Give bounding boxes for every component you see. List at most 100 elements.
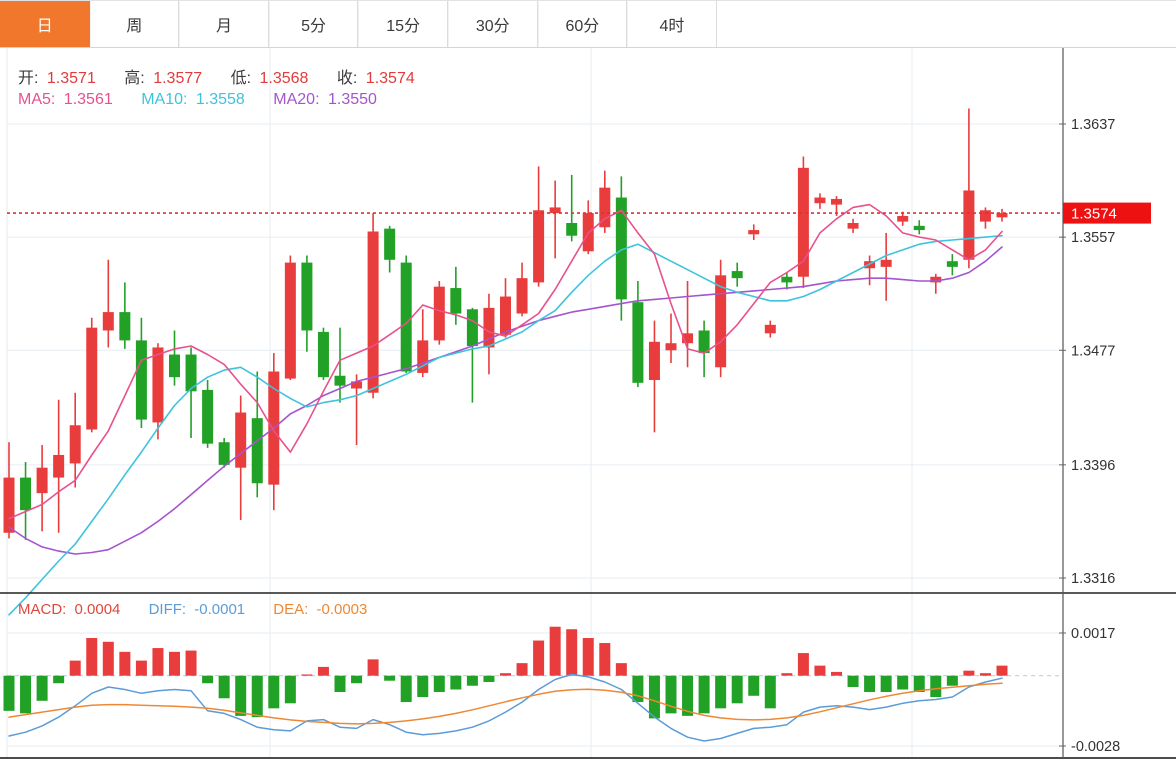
candle-body [500, 296, 511, 335]
macd-bar [764, 675, 776, 709]
price-axis-label: 1.3477 [1071, 343, 1115, 359]
candle-body [648, 341, 660, 380]
timeframe-tab-bar: 日周月 5分 15分 30分 60分 4时 [0, 0, 1176, 48]
tab-timeframe-5[interactable]: 15分 [358, 1, 448, 47]
candle [996, 208, 1008, 222]
candle-body [400, 262, 412, 372]
candle-body [36, 467, 48, 494]
macd-bar [582, 638, 594, 676]
tab-timeframe-1[interactable]: 日 [0, 1, 90, 47]
macd-bar [566, 629, 578, 676]
candle [20, 462, 32, 540]
macd-bar [483, 675, 495, 682]
tab-timeframe-2[interactable]: 周 [89, 1, 180, 47]
macd-label: MACD: [18, 601, 67, 618]
candle-body [533, 210, 545, 283]
macd-bar [3, 675, 15, 711]
candle-body [3, 477, 15, 533]
macd-bar [599, 643, 611, 676]
macd-bar [317, 666, 329, 676]
candle-body [284, 262, 296, 379]
candle-body [202, 389, 214, 444]
ma10-value: 1.3558 [195, 91, 245, 108]
candle-body [450, 288, 462, 314]
candle [102, 259, 114, 348]
candle [599, 170, 611, 233]
tab-timeframe-3[interactable]: 月 [179, 1, 269, 47]
trading-chart-app: 日周月 5分 15分 30分 60分 4时 1.3637 1.3557 1.3477 1.339… [0, 0, 1176, 765]
candle-body [466, 309, 478, 347]
macd-bar [731, 675, 743, 704]
tab-timeframe-4[interactable]: 5分 [268, 1, 359, 47]
candle [351, 374, 363, 446]
candle [814, 193, 826, 209]
macd-axis-label: 0.0017 [1071, 626, 1115, 642]
candle-body [152, 347, 164, 423]
chart-canvas[interactable]: 1.3637 1.3557 1.3477 1.3396 1.3316 0.0017 -0.0… [0, 0, 1176, 765]
tab-timeframe-7[interactable]: 60分 [537, 1, 628, 47]
macd-bar [549, 626, 561, 676]
candle-body [831, 198, 842, 205]
candle-body [814, 197, 826, 204]
macd-bar [235, 675, 247, 716]
current-price-tag: 1.3574 [1063, 202, 1151, 224]
candle [665, 313, 677, 364]
high-label: 高: [124, 70, 145, 87]
macd-bar [301, 674, 313, 676]
macd-bar [351, 675, 363, 684]
candle-body [847, 223, 859, 229]
macd-bar [119, 651, 131, 676]
candle [119, 282, 131, 349]
candle [632, 280, 644, 388]
dea-line [8, 682, 1003, 725]
macd-bar [135, 660, 147, 676]
candle-body [86, 327, 98, 430]
candles-layer [3, 108, 1008, 540]
candle [582, 200, 594, 255]
macd-bar [367, 659, 379, 676]
ma-legend: MA5: 1.3561 MA10: 1.3558 MA20: 1.3550 [18, 91, 381, 109]
candle [549, 180, 561, 259]
macd-bar [466, 675, 478, 686]
macd-bar [251, 675, 263, 718]
macd-bar [698, 675, 710, 714]
candle [500, 278, 511, 338]
macd-bar [831, 671, 842, 676]
macd-bar [53, 675, 65, 684]
tab-timeframe-6[interactable]: 30分 [447, 1, 538, 47]
candle-body [566, 223, 578, 236]
candle [566, 174, 578, 242]
macd-bar [847, 675, 859, 687]
candle [946, 254, 958, 276]
macd-bar [797, 653, 809, 676]
candle-body [880, 259, 892, 267]
candle-body [20, 477, 32, 511]
tab-timeframe-8[interactable]: 4时 [627, 1, 717, 47]
macd-bar [897, 675, 909, 690]
candle-body [53, 454, 65, 478]
candle-body [301, 262, 313, 331]
macd-bar [102, 641, 114, 676]
price-axis-label: 1.3316 [1071, 571, 1115, 587]
candle-body [433, 286, 445, 341]
candle [284, 255, 296, 380]
macd-bar [781, 673, 793, 676]
candle [533, 166, 545, 287]
candle [913, 220, 925, 235]
candle [317, 327, 329, 380]
candle-body [549, 207, 561, 214]
candle-body [334, 375, 346, 386]
candle-body [715, 275, 727, 368]
macd-bar [202, 675, 214, 684]
dea-value: -0.0003 [316, 601, 368, 618]
candle [483, 293, 495, 375]
candle [682, 280, 694, 368]
candle [847, 218, 859, 233]
candle [53, 399, 65, 533]
macd-bar [715, 675, 727, 709]
candle [400, 255, 412, 373]
candle [36, 445, 48, 532]
macd-bar [400, 675, 412, 703]
price-axis-label: 1.3396 [1071, 458, 1115, 474]
candle-body [135, 340, 147, 420]
